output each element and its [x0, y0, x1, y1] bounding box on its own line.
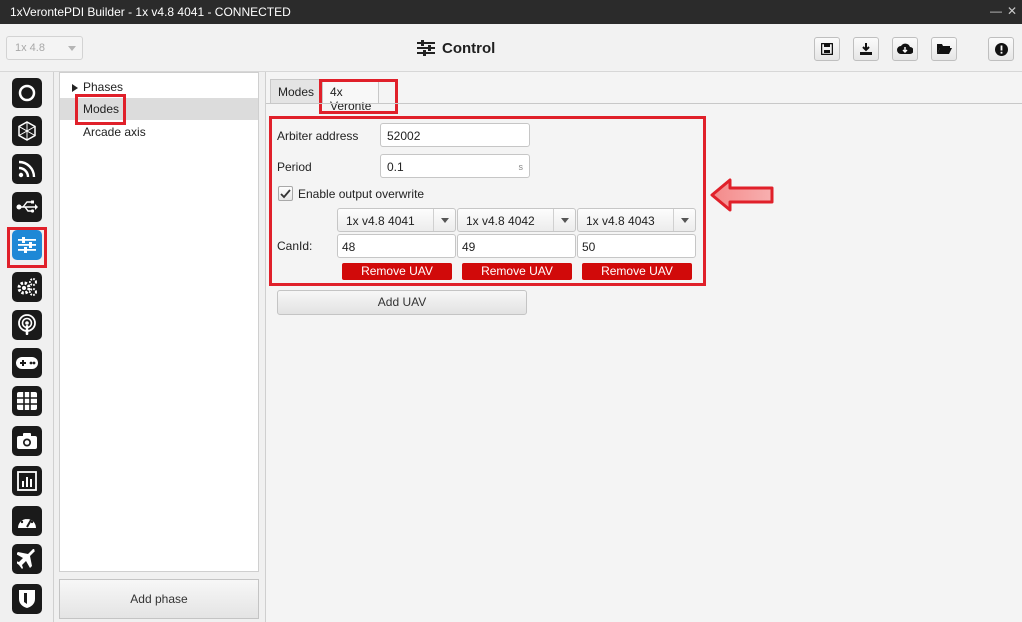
- tree-item-label: Arcade axis: [83, 125, 146, 139]
- period-unit: s: [518, 162, 524, 172]
- alert-button[interactable]: [988, 37, 1014, 61]
- chevron-down-icon[interactable]: [673, 209, 695, 231]
- period-label: Period: [277, 160, 312, 174]
- bar-chart-icon[interactable]: [12, 466, 42, 496]
- uav-device-value: 1x v4.8 4043: [586, 214, 655, 228]
- toolbar: 1x 4.8 Control: [0, 24, 1022, 72]
- tab-divider: [266, 103, 1022, 104]
- uav-device-value: 1x v4.8 4042: [466, 214, 535, 228]
- cloud-download-button[interactable]: [892, 37, 918, 61]
- uav-device-select-2[interactable]: 1x v4.8 4042: [457, 208, 576, 232]
- enable-overwrite-checkbox[interactable]: [278, 186, 293, 201]
- tab-modes[interactable]: Modes: [270, 79, 323, 103]
- remove-uav-button-2[interactable]: Remove UAV: [462, 263, 572, 280]
- sidebar-highlight: [7, 227, 47, 268]
- chevron-right-icon[interactable]: [72, 84, 78, 92]
- gauge-icon[interactable]: [12, 506, 42, 536]
- arbiter-address-field[interactable]: 52002: [380, 123, 530, 147]
- canid-field-3[interactable]: 50: [577, 234, 696, 258]
- uav-device-select-1[interactable]: 1x v4.8 4041: [337, 208, 456, 232]
- enable-overwrite-label: Enable output overwrite: [298, 187, 425, 201]
- checkmark-icon: [280, 188, 291, 198]
- gears-icon[interactable]: [12, 272, 42, 302]
- canid-field-2[interactable]: 49: [457, 234, 576, 258]
- phases-tree: Phases Modes Arcade axis: [59, 72, 259, 572]
- window-title: 1xVerontePDI Builder - 1x v4.8 4041 - CO…: [10, 5, 291, 19]
- period-field[interactable]: 0.1 s: [380, 154, 530, 178]
- uav-device-select-3[interactable]: 1x v4.8 4043: [577, 208, 696, 232]
- usb-icon[interactable]: [12, 192, 42, 222]
- chevron-down-icon[interactable]: [433, 209, 455, 231]
- chevron-down-icon: [68, 46, 76, 51]
- callout-arrow-icon: [710, 178, 774, 212]
- grid-icon[interactable]: [12, 386, 42, 416]
- canid-label: CanId:: [277, 239, 313, 253]
- open-folder-button[interactable]: [931, 37, 957, 61]
- gamepad-icon[interactable]: [12, 348, 42, 378]
- sidebar: [0, 72, 54, 622]
- download-button[interactable]: [853, 37, 879, 61]
- tree-item-label: Phases: [83, 80, 124, 94]
- canid-field-1[interactable]: 48: [337, 234, 456, 258]
- add-phase-button[interactable]: Add phase: [59, 579, 259, 619]
- shield-icon[interactable]: [12, 584, 42, 614]
- rss-icon[interactable]: [12, 154, 42, 184]
- main-panel: Modes 4x Veronte Arbiter address 52002 P…: [265, 72, 1022, 622]
- sliders-icon: [417, 40, 435, 56]
- version-select-value: 1x 4.8: [15, 42, 45, 54]
- minimize-icon[interactable]: —: [988, 3, 1004, 19]
- tree-item-arcade-axis[interactable]: Arcade axis: [60, 121, 258, 143]
- camera-icon[interactable]: [12, 426, 42, 456]
- save-icon: [821, 43, 833, 55]
- save-button[interactable]: [814, 37, 840, 61]
- remove-uav-button-1[interactable]: Remove UAV: [342, 263, 452, 280]
- alert-icon: [994, 42, 1008, 56]
- close-icon[interactable]: ✕: [1004, 3, 1020, 19]
- cloud-download-icon: [897, 43, 913, 54]
- chevron-down-icon[interactable]: [553, 209, 575, 231]
- tab-highlight: [319, 79, 398, 114]
- arbiter-address-label: Arbiter address: [277, 129, 359, 143]
- uav-device-value: 1x v4.8 4041: [346, 214, 415, 228]
- plane-icon[interactable]: [12, 544, 42, 574]
- remove-uav-button-3[interactable]: Remove UAV: [582, 263, 692, 280]
- folder-open-icon: [936, 44, 952, 54]
- power-icon[interactable]: [12, 78, 42, 108]
- hexagon-icon[interactable]: [12, 116, 42, 146]
- podcast-icon[interactable]: [12, 310, 42, 340]
- period-value: 0.1: [387, 160, 404, 174]
- title-bar: 1xVerontePDI Builder - 1x v4.8 4041 - CO…: [0, 0, 1022, 24]
- add-uav-button[interactable]: Add UAV: [277, 290, 527, 315]
- version-select[interactable]: 1x 4.8: [6, 36, 83, 60]
- page-title: Control: [442, 40, 496, 57]
- download-icon: [860, 43, 872, 55]
